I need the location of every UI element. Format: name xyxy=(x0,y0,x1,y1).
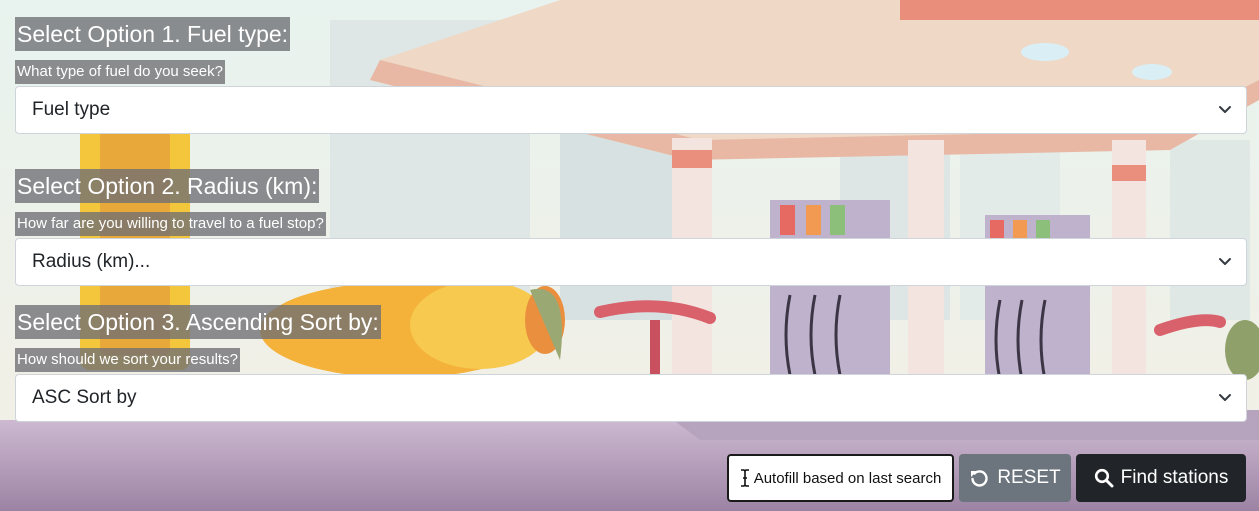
option-2-question: How far are you willing to travel to a f… xyxy=(15,212,326,236)
undo-icon xyxy=(971,470,988,487)
autofill-button[interactable]: Autofill based on last search xyxy=(727,454,954,502)
option-3-question: How should we sort your results? xyxy=(15,348,240,372)
find-stations-button[interactable]: Find stations xyxy=(1076,454,1246,502)
option-2-heading: Select Option 2. Radius (km): xyxy=(15,169,320,203)
radius-select-value: Radius (km)... xyxy=(32,251,151,272)
option-1-heading: Select Option 1. Fuel type: xyxy=(15,17,291,51)
radius-select[interactable]: Radius (km)... xyxy=(15,238,1247,286)
text-cursor-icon xyxy=(740,469,749,487)
reset-button[interactable]: RESET xyxy=(959,454,1071,502)
autofill-button-label: Autofill based on last search xyxy=(753,469,942,487)
fuel-type-select-value: Fuel type xyxy=(32,99,111,120)
option-3-heading: Select Option 3. Ascending Sort by: xyxy=(15,305,381,339)
reset-button-label: RESET xyxy=(997,467,1061,488)
chevron-down-icon xyxy=(1219,394,1231,401)
sort-by-select[interactable]: ASC Sort by xyxy=(15,374,1247,422)
chevron-down-icon xyxy=(1219,258,1231,265)
search-icon xyxy=(1094,468,1114,488)
chevron-down-icon xyxy=(1219,106,1231,113)
fuel-search-form: Select Option 1. Fuel type: What type of… xyxy=(0,0,1259,511)
find-stations-button-label: Find stations xyxy=(1120,467,1229,488)
sort-by-select-value: ASC Sort by xyxy=(32,387,137,408)
fuel-type-select[interactable]: Fuel type xyxy=(15,86,1247,134)
option-1-question: What type of fuel do you seek? xyxy=(15,60,225,84)
